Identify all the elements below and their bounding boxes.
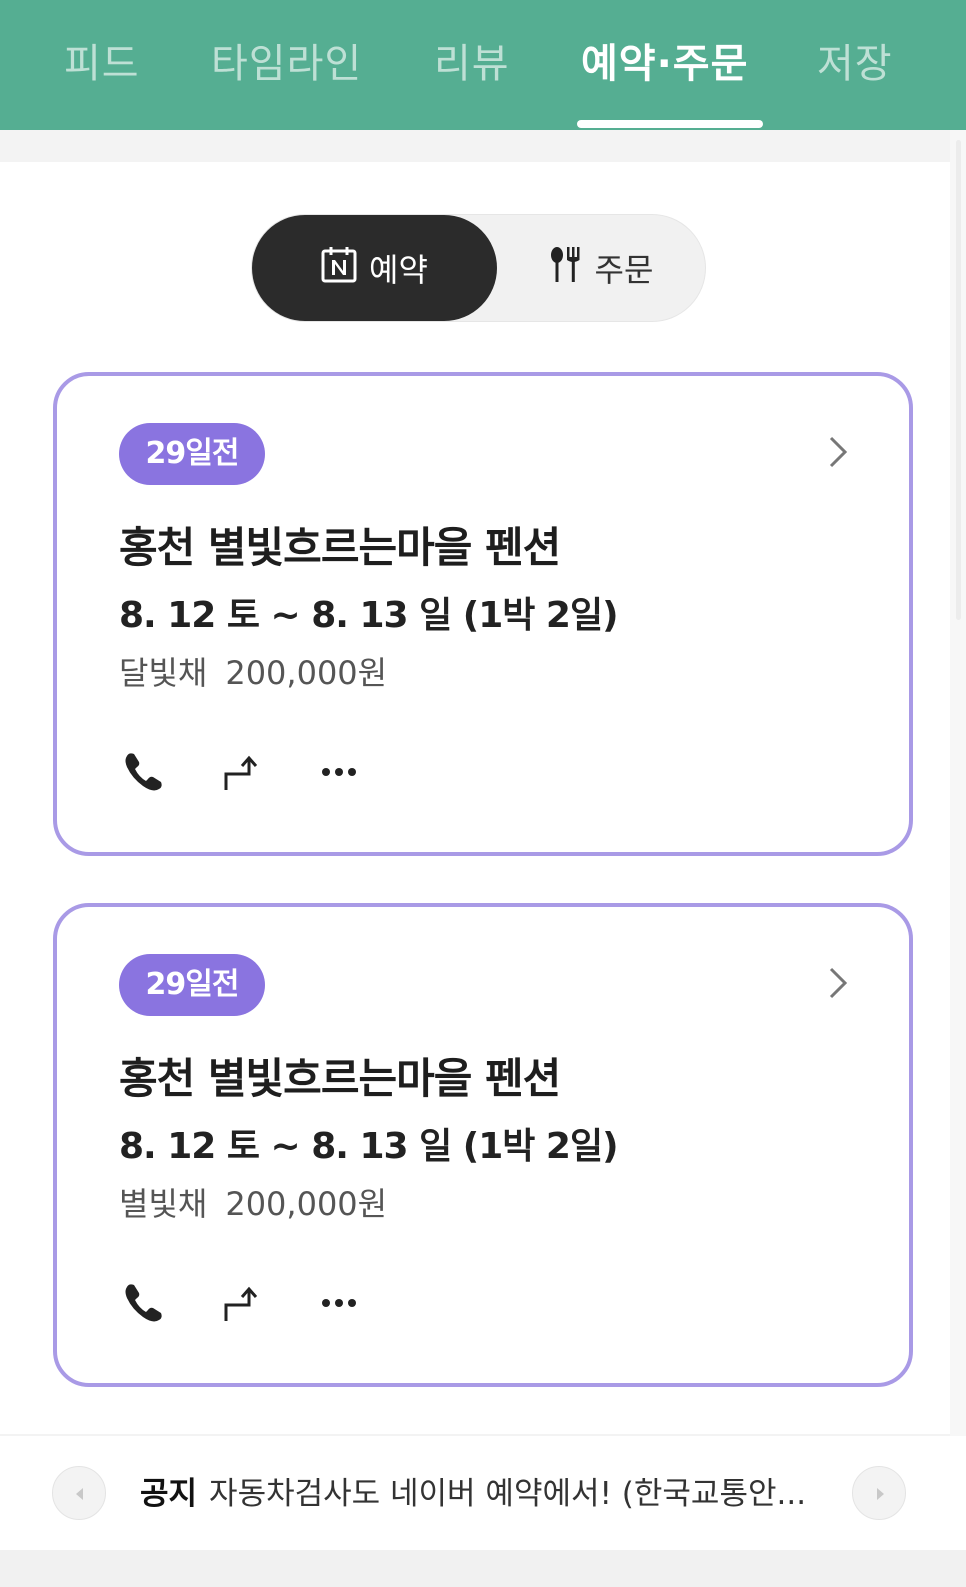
reservation-title: 홍천 별빛흐르는마을 펜션: [119, 1054, 561, 1103]
order-toggle-label: 주문: [594, 251, 654, 289]
reservation-card[interactable]: 29일전 홍천 별빛흐르는마을 펜션 8. 12 토 ~ 8. 13 일 (1박…: [53, 372, 913, 856]
notice-next-button[interactable]: [852, 1466, 906, 1520]
scrollbar-thumb[interactable]: [956, 140, 961, 620]
days-left-badge: 29일전: [119, 954, 265, 1016]
chevron-right-icon[interactable]: [823, 963, 853, 1003]
room-name: 별빛채: [119, 1185, 208, 1223]
naver-calendar-icon: [321, 245, 357, 291]
tab-review[interactable]: 리뷰: [434, 34, 510, 94]
active-tab-indicator: [577, 120, 763, 128]
reservation-room: 별빛채 200,000원: [119, 1179, 387, 1225]
tab-feed[interactable]: 피드: [64, 34, 140, 94]
reservation-date: 8. 12 토 ~ 8. 13 일 (1박 2일): [119, 1126, 619, 1167]
directions-icon[interactable]: [216, 746, 266, 796]
tab-timeline[interactable]: 타임라인: [211, 34, 362, 94]
more-icon[interactable]: [314, 746, 364, 796]
phone-icon[interactable]: [119, 746, 169, 796]
bottom-divider: [0, 1550, 966, 1587]
notice-prev-button[interactable]: [52, 1466, 106, 1520]
notice-bar[interactable]: 공지 자동차검사도 네이버 예약에서! (한국교통안...: [0, 1436, 966, 1550]
top-tab-bar: 피드 타임라인 리뷰 예약·주문 저장: [0, 0, 966, 130]
room-price: 200,000원: [225, 654, 388, 692]
more-icon[interactable]: [314, 1277, 364, 1327]
reservation-date: 8. 12 토 ~ 8. 13 일 (1박 2일): [119, 595, 619, 636]
reserve-toggle-button[interactable]: 예약: [252, 215, 497, 321]
directions-icon[interactable]: [216, 1277, 266, 1327]
caret-left-icon: [76, 1488, 83, 1500]
scrollbar[interactable]: [950, 130, 966, 1460]
tab-reservation-order[interactable]: 예약·주문: [581, 34, 748, 94]
room-name: 달빛채: [119, 654, 208, 692]
days-left-badge: 29일전: [119, 423, 265, 485]
phone-icon[interactable]: [119, 1277, 169, 1327]
tab-saved[interactable]: 저장: [817, 34, 893, 94]
reservation-title: 홍천 별빛흐르는마을 펜션: [119, 523, 561, 572]
reservation-room: 달빛채 200,000원: [119, 648, 387, 694]
room-price: 200,000원: [225, 1185, 388, 1223]
utensils-icon: [549, 245, 583, 291]
notice-text[interactable]: 공지 자동차검사도 네이버 예약에서! (한국교통안...: [140, 1470, 840, 1518]
notice-message: 자동차검사도 네이버 예약에서! (한국교통안...: [209, 1476, 807, 1512]
order-toggle-button[interactable]: 주문: [497, 215, 705, 321]
caret-right-icon: [877, 1488, 884, 1500]
reservation-order-toggle: 예약 주문: [251, 214, 706, 322]
section-divider: [0, 130, 966, 162]
chevron-right-icon[interactable]: [823, 432, 853, 472]
reserve-toggle-label: 예약: [369, 251, 428, 289]
notice-label: 공지: [140, 1476, 198, 1512]
reservation-card[interactable]: 29일전 홍천 별빛흐르는마을 펜션 8. 12 토 ~ 8. 13 일 (1박…: [53, 903, 913, 1387]
